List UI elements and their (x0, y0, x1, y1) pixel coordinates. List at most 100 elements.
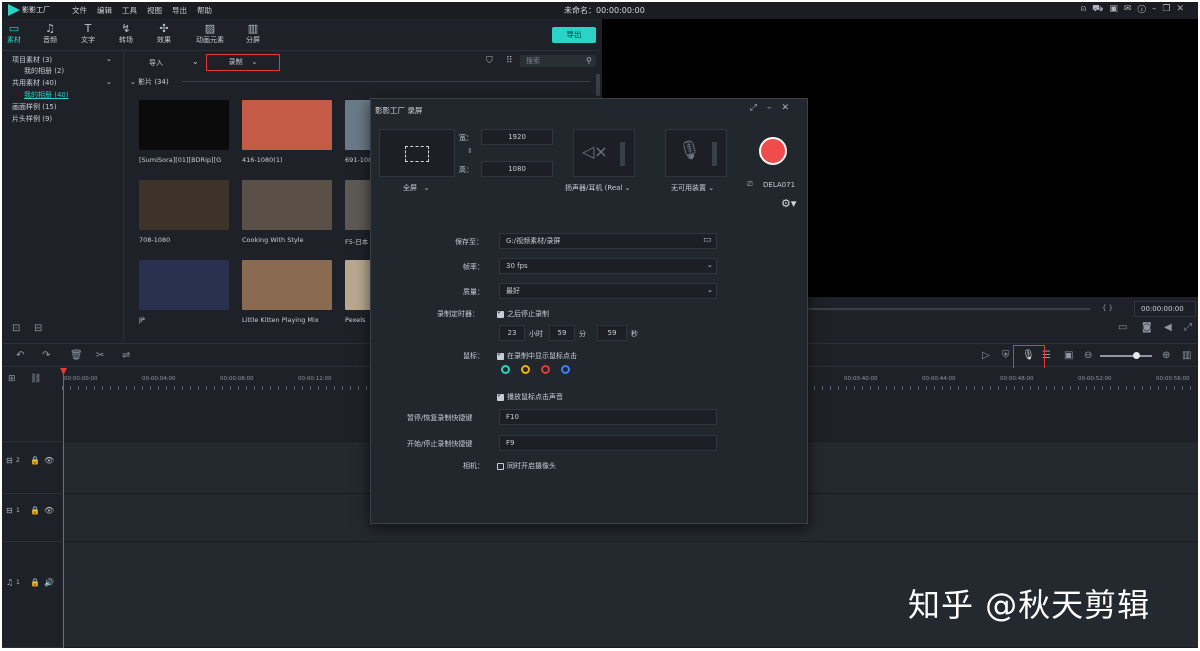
media-item[interactable]: Cooking With Style (242, 180, 338, 244)
menu-tools[interactable]: 工具 (122, 5, 137, 16)
folder-browse-icon[interactable]: ▭ (703, 235, 712, 245)
redo-icon[interactable]: ↷ (42, 350, 50, 361)
zoom-slider-thumb[interactable] (1133, 352, 1140, 359)
new-folder-icon[interactable]: ⊡ (12, 323, 20, 334)
minimize-icon[interactable]: – (767, 103, 782, 113)
media-thumbnail[interactable] (345, 180, 371, 230)
microphone-dropdown[interactable]: 无可用装置 ⌄ (671, 183, 714, 193)
notice-icon[interactable]: ✉ (1124, 4, 1138, 14)
media-thumbnail[interactable] (242, 260, 332, 310)
user-icon[interactable]: ⍝ (1081, 4, 1092, 14)
menu-view[interactable]: 视图 (147, 5, 162, 16)
chevron-down-icon[interactable]: ⌄ (707, 286, 713, 294)
monitor-icon[interactable]: ⎚ (747, 180, 753, 189)
export-button[interactable]: 导出 (552, 27, 596, 43)
media-item[interactable]: JP (139, 260, 235, 324)
fullscreen-icon[interactable]: ⤢ (1184, 322, 1192, 333)
capture-area-dropdown[interactable]: 全屏 ⌄ (403, 183, 430, 193)
media-thumbnail[interactable] (345, 260, 371, 310)
chevron-down-icon[interactable]: ⌄ (106, 55, 112, 63)
timer-minutes-input[interactable]: 59 (549, 325, 575, 341)
microphone-box[interactable]: 🎙 (665, 129, 727, 177)
chevron-down-icon[interactable]: ⌄ (192, 57, 199, 66)
grid-view-icon[interactable]: ⠿ (506, 56, 513, 66)
sidebar-item-project-media[interactable]: 项目素材 (3) (12, 55, 52, 65)
import-dropdown[interactable]: 导入 (149, 58, 163, 68)
record-button[interactable] (759, 137, 787, 165)
media-item[interactable]: 691-108 (345, 100, 371, 164)
playhead[interactable] (63, 368, 64, 648)
eye-icon[interactable]: 👁 (44, 506, 54, 515)
speaker-dropdown[interactable]: 扬声器/耳机 (Real ⌄ (565, 183, 631, 193)
media-thumbnail[interactable] (139, 260, 229, 310)
menu-edit[interactable]: 编辑 (97, 5, 112, 16)
media-item[interactable]: F5-日本 (345, 180, 371, 246)
preview-timecode[interactable]: 00:00:00:00 (1134, 301, 1196, 317)
scrollbar[interactable] (596, 74, 600, 96)
aspect-lock-icon[interactable]: ⇕ (467, 147, 473, 155)
cut-icon[interactable]: ✂ (96, 350, 104, 361)
link-icon[interactable]: ⛓ (30, 374, 41, 384)
eye-icon[interactable]: 👁 (44, 456, 54, 465)
zoom-in-icon[interactable]: ⊕ (1162, 350, 1170, 361)
timer-seconds-input[interactable]: 59 (597, 325, 627, 341)
filter-icon[interactable]: ⛉ (486, 56, 493, 66)
undo-icon[interactable]: ↶ (16, 350, 24, 361)
sidebar-item-shared-media[interactable]: 共用素材 (40) (12, 78, 57, 88)
media-item[interactable]: Pexels (345, 260, 371, 324)
cursor-color-swatch[interactable] (501, 365, 510, 374)
zoom-out-icon[interactable]: ⊖ (1084, 350, 1092, 361)
media-item[interactable]: Little Kitten Playing Mix (242, 260, 338, 324)
search-icon[interactable]: ⚲ (586, 56, 592, 65)
settings-gear-icon[interactable]: ⚙▾ (781, 197, 796, 210)
panel-toggle-icon[interactable]: ▥ (1182, 350, 1191, 361)
menu-help[interactable]: 帮助 (197, 5, 212, 16)
cursor-color-swatch[interactable] (541, 365, 550, 374)
media-thumbnail[interactable] (139, 100, 229, 150)
cursor-color-swatch[interactable] (521, 365, 530, 374)
folder-icon[interactable]: ⊟ (34, 323, 42, 334)
tool-elements[interactable]: ▨ 动画元素 (190, 23, 230, 45)
sidebar-item-my-album[interactable]: 我的相册 (2) (24, 66, 64, 76)
checkbox-checked[interactable] (497, 350, 504, 360)
zoom-slider[interactable] (1100, 355, 1152, 357)
checkbox-unchecked[interactable] (497, 462, 504, 470)
cart-icon[interactable]: ⛟ (1092, 4, 1109, 14)
close-icon[interactable]: ✕ (1176, 4, 1190, 14)
timer-checkbox[interactable]: 之后停止录制 (497, 308, 549, 319)
media-thumbnail[interactable] (242, 100, 332, 150)
timer-hours-input[interactable]: 23 (499, 325, 525, 341)
lock-icon[interactable]: 🔒 (30, 506, 40, 515)
delete-icon[interactable]: 🗑 (70, 350, 83, 361)
render-icon[interactable]: ▷ (982, 350, 990, 361)
menu-export[interactable]: 导出 (172, 5, 187, 16)
menu-file[interactable]: 文件 (72, 5, 87, 16)
media-item[interactable]: 708-1080 (139, 180, 235, 244)
close-icon[interactable]: ✕ (781, 103, 799, 113)
quality-select[interactable]: 最好 (499, 283, 717, 299)
snapshot-icon[interactable]: ▣ (1064, 350, 1073, 361)
lock-icon[interactable]: 🔒 (30, 578, 40, 587)
camera-checkbox[interactable]: 同时开启摄像头 (497, 461, 556, 471)
media-thumbnail[interactable] (345, 100, 371, 150)
fps-select[interactable]: 30 fps (499, 258, 717, 274)
adjust-icon[interactable]: ⇌ (122, 350, 130, 361)
chevron-down-icon[interactable]: ⌄ (106, 78, 112, 86)
capture-area-box[interactable] (379, 129, 455, 177)
camera-icon[interactable]: ◙ (1142, 322, 1152, 333)
add-track-icon[interactable]: ⊞ (8, 374, 16, 384)
width-input[interactable]: 1920 (481, 129, 553, 145)
speaker-icon[interactable]: 🔊 (44, 578, 54, 587)
speaker-box[interactable]: ◁× (573, 129, 635, 177)
lock-icon[interactable]: 🔒 (30, 456, 40, 465)
tool-effects[interactable]: ✣ 效果 (144, 23, 184, 45)
chevron-down-icon[interactable]: ⌄ (707, 261, 713, 269)
search-input[interactable]: 搜索 (520, 55, 596, 67)
height-input[interactable]: 1080 (481, 161, 553, 177)
checkbox-checked[interactable] (497, 308, 504, 318)
sidebar-item-sample-scenes[interactable]: 画面样例 (15) (12, 102, 57, 112)
volume-icon[interactable]: ◀ (1164, 322, 1172, 333)
start-hotkey-input[interactable]: F9 (499, 435, 717, 451)
sidebar-item-shared-album[interactable]: 我的相册 (40) (24, 90, 69, 100)
media-item[interactable]: 416-1080(1) (242, 100, 338, 164)
